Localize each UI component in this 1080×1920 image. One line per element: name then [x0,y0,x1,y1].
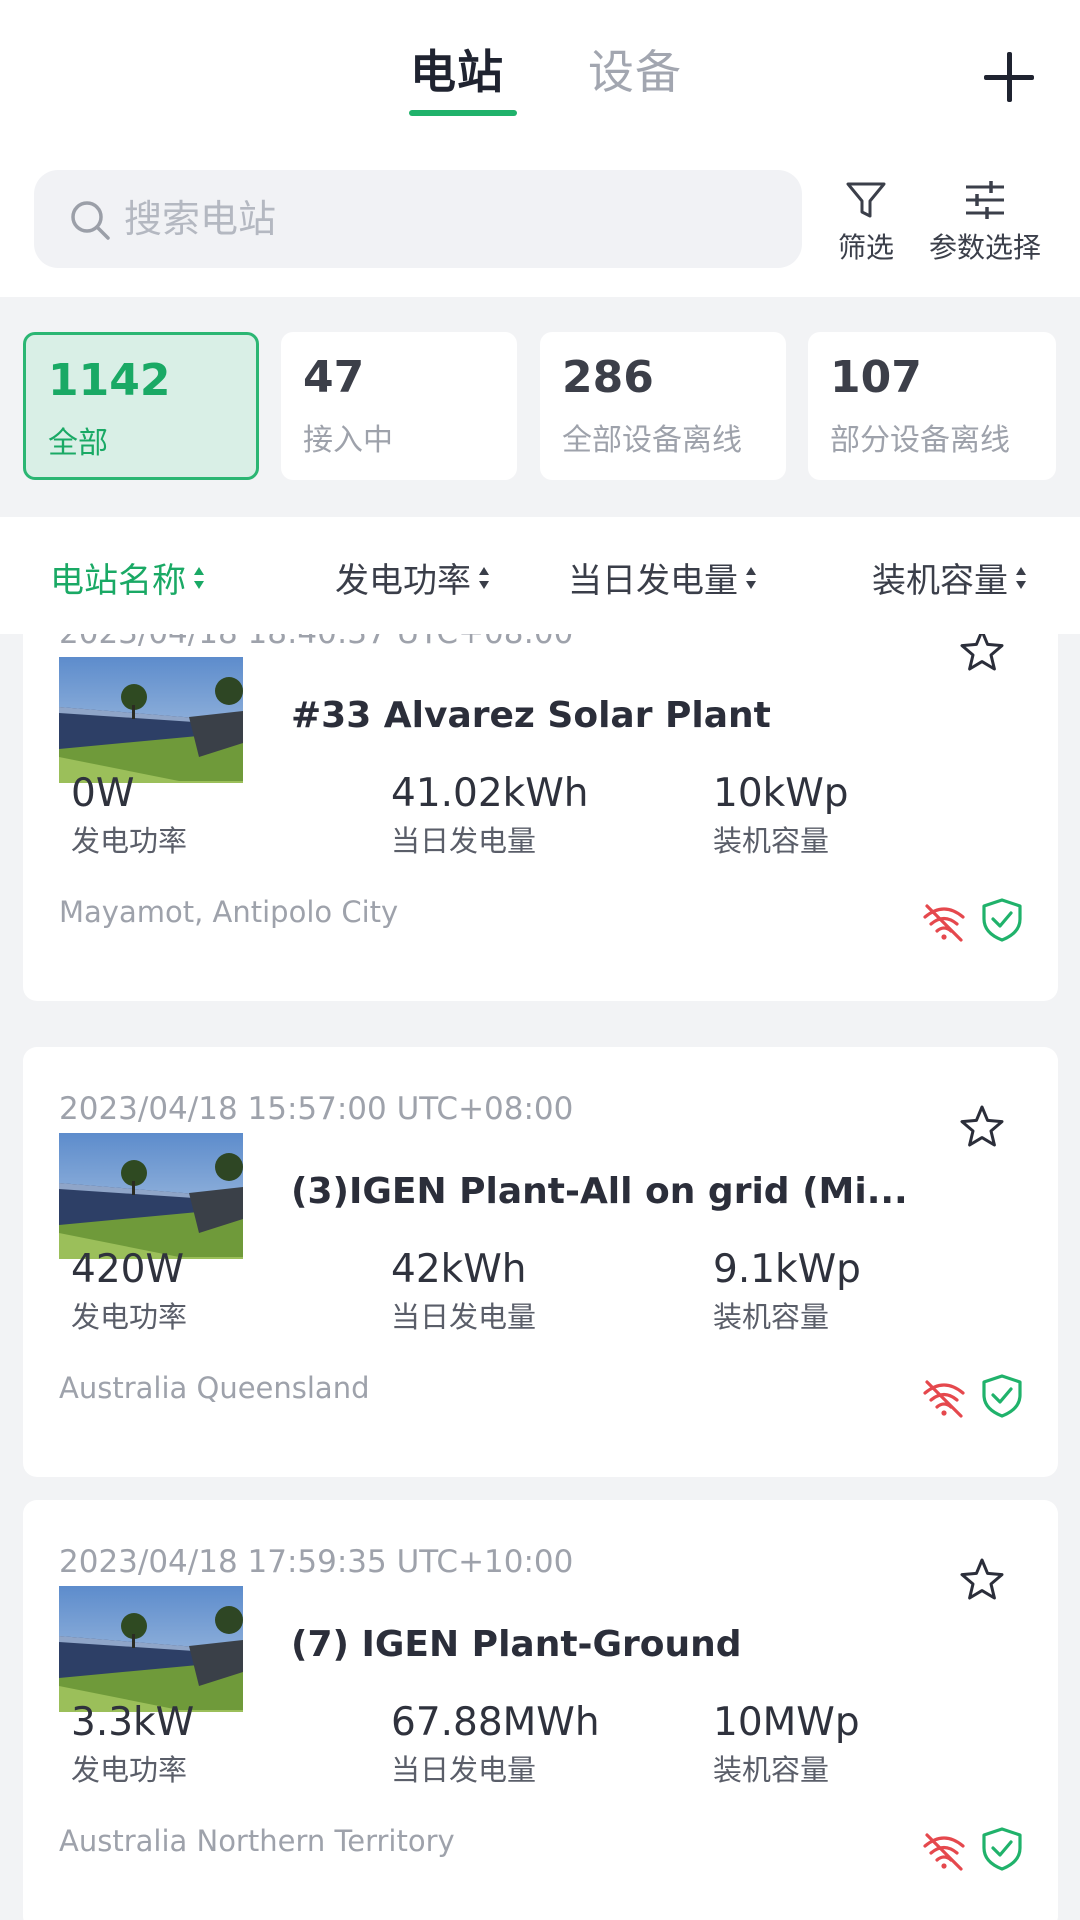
metric-capacity: 9.1kWp 装机容量 [713,1247,861,1336]
sort-label: 装机容量 [872,561,1008,601]
metric-value: 3.3kW [71,1700,195,1745]
metric-label: 发电功率 [71,1753,188,1787]
metric-value: 10kWp [713,771,849,816]
metric-value: 9.1kWp [713,1247,861,1292]
shield-check-icon [982,1374,1022,1418]
stat-label: 全部设备离线 [562,423,742,458]
plant-update-time: 2023/04/18 18:40:37 UTC+08:00 [59,634,573,651]
metric-label: 当日发电量 [391,1753,537,1787]
sort-by-name[interactable]: 电站名称 [50,553,206,602]
plus-icon[interactable] [984,52,1034,102]
metric-capacity: 10MWp 装机容量 [713,1700,860,1789]
sort-arrows-icon [477,565,491,591]
stat-label: 全部 [48,426,108,461]
plant-card[interactable]: 2023/04/18 15:57:00 UTC+08:00 (3)IGEN Pl… [23,1047,1058,1477]
metric-power: 0W 发电功率 [71,771,187,860]
metric-power: 420W 发电功率 [71,1247,187,1336]
plant-list-screen: 电站 设备 筛选 参数选择 [0,0,1080,1920]
sort-by-daily-energy[interactable]: 当日发电量 [568,553,758,602]
stat-all-devices-offline[interactable]: 286 全部设备离线 [540,332,786,480]
shield-check-icon [982,898,1022,942]
plant-thumbnail [59,657,243,783]
sort-by-capacity[interactable]: 装机容量 [872,553,1028,602]
plant-location: Australia Northern Territory [59,1824,455,1858]
plant-update-time: 2023/04/18 17:59:35 UTC+10:00 [59,1544,574,1580]
plant-location: Australia Queensland [59,1371,370,1405]
search-icon [71,201,110,240]
stat-label: 部分设备离线 [830,423,1010,458]
sliders-icon [966,181,1004,219]
plant-thumbnail [59,1133,243,1259]
plant-name: (7) IGEN Plant-Ground [291,1624,742,1665]
status-summary: 1142 全部 47 接入中 286 全部设备离线 107 部分设备离线 [0,297,1080,517]
metric-label: 发电功率 [71,1300,188,1334]
search-input[interactable] [124,194,724,244]
metric-value: 10MWp [713,1700,860,1745]
filter-label: 筛选 [837,231,894,264]
filter-button[interactable]: 筛选 [832,178,900,266]
star-icon[interactable] [958,1556,1006,1604]
metric-power: 3.3kW 发电功率 [71,1700,194,1789]
parameter-select-button[interactable]: 参数选择 [920,178,1050,266]
tab-stations[interactable]: 电站 [410,36,504,102]
metric-value: 41.02kWh [391,771,589,816]
plant-update-time: 2023/04/18 15:57:00 UTC+08:00 [59,1091,574,1127]
metric-capacity: 10kWp 装机容量 [713,771,849,860]
wifi-off-icon [923,904,965,942]
star-icon[interactable] [958,634,1006,675]
plant-location: Mayamot, Antipolo City [59,895,399,929]
star-icon[interactable] [958,1103,1006,1151]
plant-thumbnail [59,1586,243,1712]
sort-bar: 电站名称 发电功率 当日发电量 装机容量 [0,517,1080,634]
sort-arrows-icon [744,565,758,591]
parameter-select-label: 参数选择 [928,231,1041,264]
plant-card[interactable]: 2023/04/18 17:59:35 UTC+10:00 (7) IGEN P… [23,1500,1058,1920]
sort-label: 电站名称 [50,561,186,601]
stat-partial-devices-offline[interactable]: 107 部分设备离线 [808,332,1056,480]
metric-daily-energy: 67.88MWh 当日发电量 [391,1700,600,1789]
metric-daily-energy: 41.02kWh 当日发电量 [391,771,589,860]
stat-count: 286 [562,352,654,403]
plant-card[interactable]: 2023/04/18 18:40:37 UTC+08:00 #33 Alvare… [23,634,1058,1001]
stat-count: 1142 [48,355,171,406]
filter-icon [846,182,886,218]
metric-label: 装机容量 [713,1753,830,1787]
metric-value: 420W [71,1247,185,1292]
header: 电站 设备 筛选 参数选择 [0,0,1080,297]
active-tab-indicator [409,110,517,116]
metric-daily-energy: 42kWh 当日发电量 [391,1247,536,1336]
wifi-off-icon [923,1833,965,1871]
sort-label: 当日发电量 [568,561,738,601]
metric-value: 67.88MWh [391,1700,600,1745]
metric-label: 装机容量 [713,824,830,858]
plant-name: #33 Alvarez Solar Plant [291,695,771,736]
metric-value: 0W [71,771,135,816]
sort-arrows-icon [1014,565,1028,591]
tab-devices[interactable]: 设备 [588,36,682,102]
shield-check-icon [982,1827,1022,1871]
wifi-off-icon [923,1380,965,1418]
stat-count: 107 [830,352,922,403]
metric-label: 发电功率 [71,824,188,858]
stat-connecting[interactable]: 47 接入中 [281,332,517,480]
stat-count: 47 [303,352,365,403]
search-bar[interactable] [34,170,802,268]
sort-by-power[interactable]: 发电功率 [335,553,491,602]
metric-label: 当日发电量 [391,824,537,858]
sort-arrows-icon [192,565,206,591]
plant-name: (3)IGEN Plant-All on grid (Mi... [291,1171,908,1212]
stat-all[interactable]: 1142 全部 [23,332,259,480]
sort-label: 发电功率 [335,561,471,601]
stat-label: 接入中 [303,423,393,458]
plant-list: 2023/04/18 18:40:37 UTC+08:00 #33 Alvare… [0,634,1080,1920]
metric-label: 装机容量 [713,1300,830,1334]
metric-label: 当日发电量 [391,1300,537,1334]
metric-value: 42kWh [391,1247,527,1292]
